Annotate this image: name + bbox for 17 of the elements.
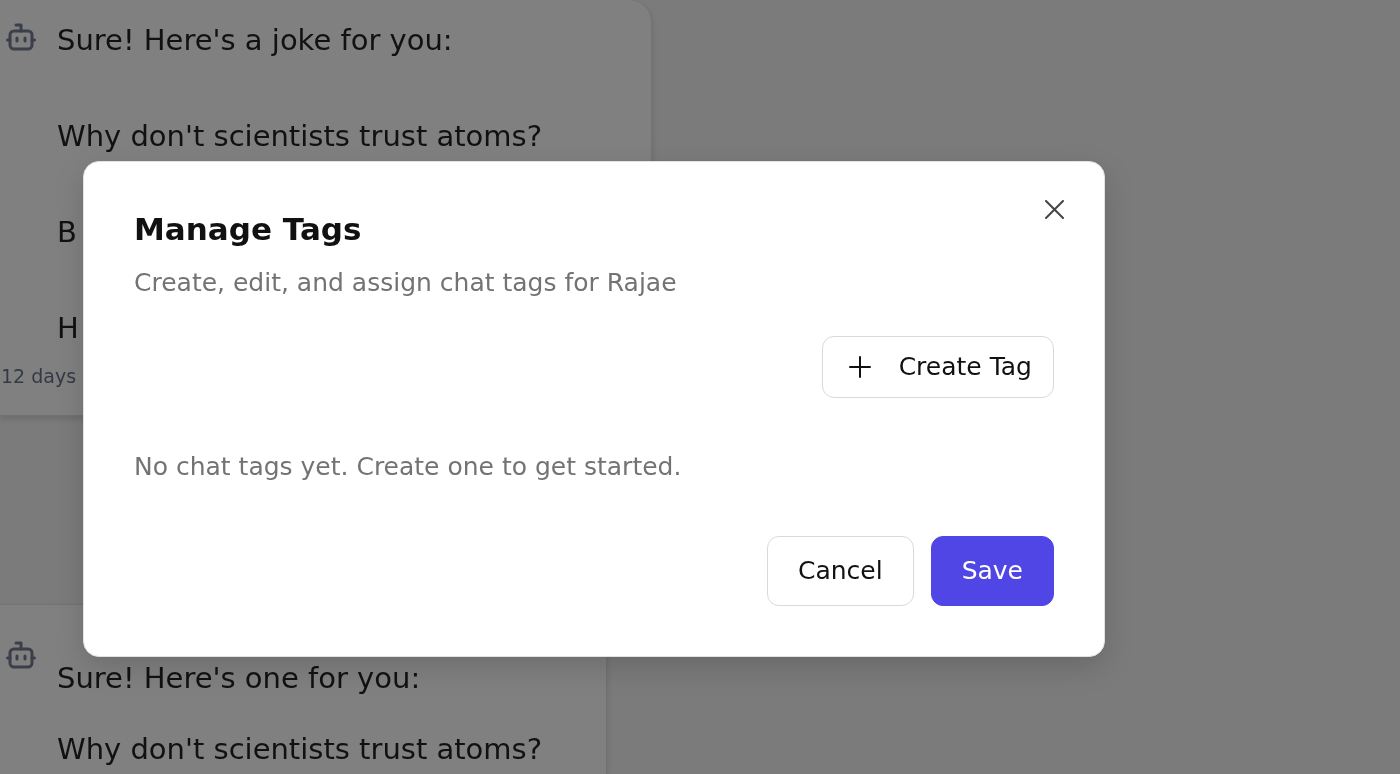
plus-icon <box>848 356 871 378</box>
message-text: Why don't scientists trust atoms? <box>57 731 543 768</box>
message-text: B <box>57 214 77 251</box>
message-time: 12 days <box>1 364 77 389</box>
message-text: Sure! Here's a joke for you: <box>57 22 453 59</box>
message-text: Sure! Here's one for you: <box>57 660 421 697</box>
dialog-subtitle: Create, edit, and assign chat tags for Rajae <box>134 267 677 299</box>
close-icon <box>1045 200 1064 219</box>
dialog-title: Manage Tags <box>134 210 363 249</box>
message-text: Why don't scientists trust atoms? <box>57 118 543 155</box>
cancel-button[interactable]: Cancel <box>766 536 914 606</box>
message-text: H <box>57 310 79 347</box>
robot-icon <box>5 641 37 669</box>
save-button[interactable]: Save <box>930 536 1054 606</box>
create-tag-button[interactable]: Create Tag <box>821 336 1054 398</box>
empty-state-text: No chat tags yet. Create one to get started. <box>134 451 683 483</box>
robot-icon <box>5 23 37 51</box>
